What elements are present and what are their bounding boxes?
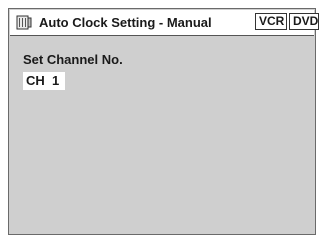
- page-title: Auto Clock Setting - Manual: [39, 15, 212, 30]
- dvd-mode-badge: DVD: [289, 13, 319, 30]
- vcr-mode-badge: VCR: [255, 13, 287, 30]
- clock-setting-icon: [16, 14, 33, 31]
- channel-number-field[interactable]: CH 1: [23, 72, 65, 90]
- set-channel-label: Set Channel No.: [23, 52, 123, 67]
- title-bar: Auto Clock Setting - Manual VCR DVD: [10, 10, 319, 36]
- osd-screen: Auto Clock Setting - Manual VCR DVD Set …: [8, 8, 319, 235]
